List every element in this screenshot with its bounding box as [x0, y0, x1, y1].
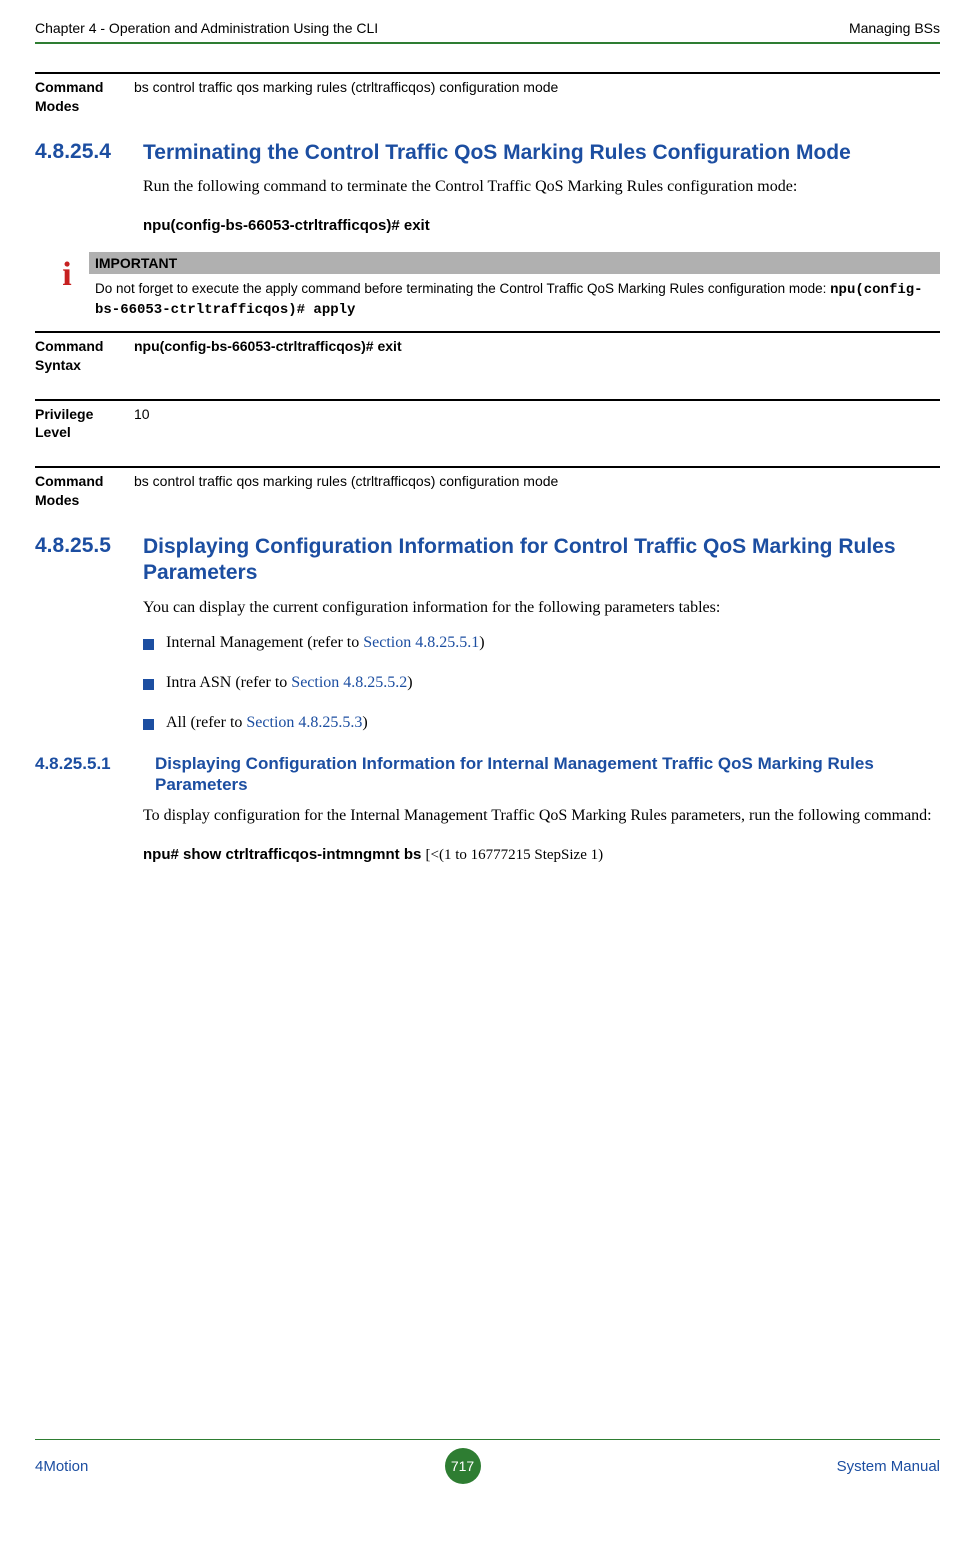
page-number: 717 [445, 1448, 481, 1484]
command-modes-row-top: Command Modes bs control traffic qos mar… [35, 72, 940, 116]
command-modes-row-bottom: Command Modes bs control traffic qos mar… [35, 466, 940, 510]
section-title: Displaying Configuration Information for… [155, 754, 940, 795]
important-note: i IMPORTANT Do not forget to execute the… [55, 252, 940, 321]
section-link[interactable]: Section 4.8.25.5.1 [363, 634, 479, 651]
list-item: All (refer to Section 4.8.25.5.3) [143, 714, 940, 732]
header-left: Chapter 4 - Operation and Administration… [35, 20, 378, 36]
page-container: Chapter 4 - Operation and Administration… [0, 0, 975, 1500]
square-bullet-icon [143, 719, 154, 730]
list-item: Intra ASN (refer to Section 4.8.25.5.2) [143, 674, 940, 692]
command-modes-label: Command Modes [35, 78, 130, 116]
section-title-part2: Traffic QoS Marking Rules Configuration … [385, 141, 851, 164]
section-4-8-25-5-1-heading: 4.8.25.5.1 Displaying Configuration Info… [35, 754, 940, 795]
cmd-action: exit [400, 217, 430, 234]
header-right: Managing BSs [849, 20, 940, 36]
important-body: Do not forget to execute the apply comma… [89, 274, 940, 321]
square-bullet-icon [143, 639, 154, 650]
list-text-post: ) [479, 634, 484, 651]
command-modes-value: bs control traffic qos marking rules (ct… [130, 78, 940, 116]
section-4-8-25-5-body: You can display the current configuratio… [143, 595, 940, 621]
footer-left: 4Motion [35, 1458, 88, 1475]
command-syntax-row: Command Syntax npu(config-bs-66053-ctrlt… [35, 331, 940, 375]
command-syntax-value: npu(config-bs-66053-ctrltrafficqos)# exi… [130, 337, 940, 375]
section-number: 4.8.25.5 [35, 534, 143, 558]
section-title: Displaying Configuration Information for… [143, 534, 940, 587]
command-modes-label-bottom: Command Modes [35, 472, 130, 510]
list-text-pre: All (refer to [166, 714, 246, 731]
footer-right: System Manual [837, 1458, 940, 1475]
privilege-level-value: 10 [130, 405, 940, 443]
privilege-level-label: Privilege Level [35, 405, 130, 443]
important-icon: i [55, 252, 79, 292]
section-4-8-25-4-command: npu(config-bs-66053-ctrltrafficqos)# exi… [143, 214, 940, 238]
section-4-8-25-4-body: Run the following command to terminate t… [143, 174, 940, 200]
section-link[interactable]: Section 4.8.25.5.2 [291, 674, 407, 691]
section-4-8-25-4-heading: 4.8.25.4 Terminating the Control Traffic… [35, 140, 940, 166]
page-footer: 4Motion 717 System Manual [35, 1439, 940, 1484]
bullet-list: Internal Management (refer to Section 4.… [143, 634, 940, 732]
cmd-bold-part: npu# show ctrltrafficqos-intmngmnt bs [143, 846, 426, 863]
square-bullet-icon [143, 679, 154, 690]
section-number: 4.8.25.4 [35, 140, 143, 164]
cmd-prefix: npu(config-bs-66053-ctrltrafficqos)# [143, 217, 400, 234]
page-header: Chapter 4 - Operation and Administration… [35, 20, 940, 44]
section-title: Terminating the Control Traffic QoS Mark… [143, 140, 940, 166]
important-label: IMPORTANT [89, 252, 940, 274]
list-item: Internal Management (refer to Section 4.… [143, 634, 940, 652]
list-text-post: ) [407, 674, 412, 691]
list-text-pre: Internal Management (refer to [166, 634, 363, 651]
list-text-post: ) [362, 714, 367, 731]
section-4-8-25-5-1-body: To display configuration for the Interna… [143, 803, 940, 829]
section-number: 4.8.25.5.1 [35, 754, 155, 774]
section-4-8-25-5-heading: 4.8.25.5 Displaying Configuration Inform… [35, 534, 940, 587]
privilege-level-row: Privilege Level 10 [35, 399, 940, 443]
list-item-text: Intra ASN (refer to Section 4.8.25.5.2) [166, 674, 413, 692]
section-link[interactable]: Section 4.8.25.5.3 [246, 714, 362, 731]
command-modes-value-bottom: bs control traffic qos marking rules (ct… [130, 472, 940, 510]
cmd-rest: [<(1 to 16777215 StepSize 1) [426, 847, 604, 863]
list-item-text: Internal Management (refer to Section 4.… [166, 634, 485, 652]
section-title-part1: Terminating the Control [143, 141, 385, 164]
section-4-8-25-5-1-command: npu# show ctrltrafficqos-intmngmnt bs [<… [143, 843, 940, 867]
important-text: Do not forget to execute the apply comma… [95, 281, 830, 296]
list-item-text: All (refer to Section 4.8.25.5.3) [166, 714, 368, 732]
command-syntax-label: Command Syntax [35, 337, 130, 375]
list-text-pre: Intra ASN (refer to [166, 674, 291, 691]
